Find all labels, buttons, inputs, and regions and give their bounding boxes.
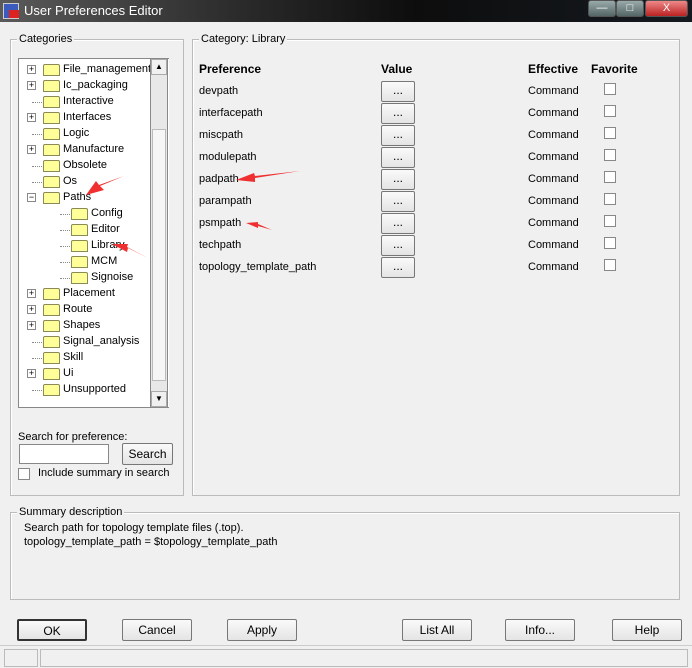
arrow-icon [86, 176, 124, 195]
arrow-icon [112, 244, 148, 258]
arrow-icon [236, 171, 300, 182]
annotation-arrows [86, 171, 300, 258]
arrow-icon [246, 222, 272, 230]
